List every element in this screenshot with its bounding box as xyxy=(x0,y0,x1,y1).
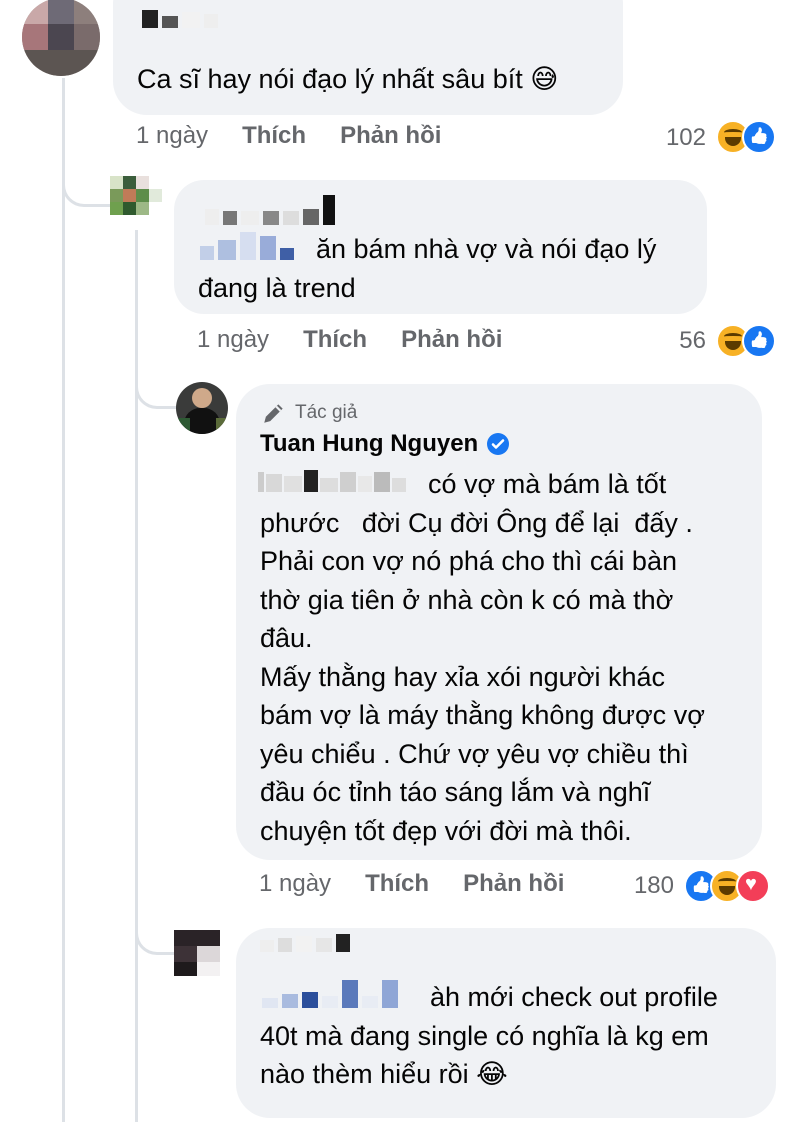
thread-branch-1 xyxy=(62,160,113,207)
thread-line-2 xyxy=(135,230,138,1122)
author-badge-label: Tác giả xyxy=(295,402,358,423)
thread-branch-2 xyxy=(135,366,178,409)
like-reaction-icon xyxy=(742,120,776,154)
comment-actions: 1 ngày Thích Phản hồi xyxy=(197,326,502,354)
reply-button[interactable]: Phản hồi xyxy=(401,326,502,354)
comment-text: Ca sĩ hay nói đạo lý nhất sâu bít 😅 xyxy=(137,64,559,94)
pencil-icon xyxy=(264,404,283,423)
author-avatar[interactable] xyxy=(176,382,228,434)
blurred-username xyxy=(205,195,335,225)
timestamp[interactable]: 1 ngày xyxy=(136,122,208,150)
avatar[interactable] xyxy=(22,0,100,76)
comment-actions: 1 ngày Thích Phản hồi xyxy=(136,122,441,150)
love-reaction-icon xyxy=(736,869,770,903)
like-button[interactable]: Thích xyxy=(242,122,306,150)
author-name[interactable]: Tuan Hung Nguyen xyxy=(260,430,478,458)
blurred-username xyxy=(260,934,350,952)
comment-actions: 1 ngày Thích Phản hồi xyxy=(259,870,564,898)
reactions[interactable] xyxy=(684,869,770,903)
author-badge: Tác giả xyxy=(261,400,357,426)
reaction-count[interactable]: 56 xyxy=(656,327,706,355)
like-reaction-icon xyxy=(742,324,776,358)
comment-text: ăn bám nhà vợ và nói đạo lý đang là tren… xyxy=(198,234,657,303)
like-button[interactable]: Thích xyxy=(365,870,429,898)
reply-button[interactable]: Phản hồi xyxy=(340,122,441,150)
timestamp[interactable]: 1 ngày xyxy=(259,870,331,898)
author-name-row: Tuan Hung Nguyen xyxy=(260,430,510,458)
avatar[interactable] xyxy=(110,176,162,228)
comment-text: àh mới check out profile 40t mà đang sin… xyxy=(260,982,718,1089)
like-button[interactable]: Thích xyxy=(303,326,367,354)
verified-badge-icon xyxy=(487,433,510,455)
reactions[interactable] xyxy=(716,324,776,358)
reactions[interactable] xyxy=(716,120,776,154)
reaction-count[interactable]: 102 xyxy=(640,124,706,152)
reply-button[interactable]: Phản hồi xyxy=(463,870,564,898)
timestamp[interactable]: 1 ngày xyxy=(197,326,269,354)
thread-line-main xyxy=(62,78,65,1122)
comment-text: có vợ mà bám là tốt phước đời Cụ đời Ông… xyxy=(260,469,705,846)
avatar[interactable] xyxy=(174,930,220,976)
thread-branch-3 xyxy=(135,910,178,955)
blurred-username xyxy=(142,10,218,28)
reaction-count[interactable]: 180 xyxy=(618,872,674,900)
